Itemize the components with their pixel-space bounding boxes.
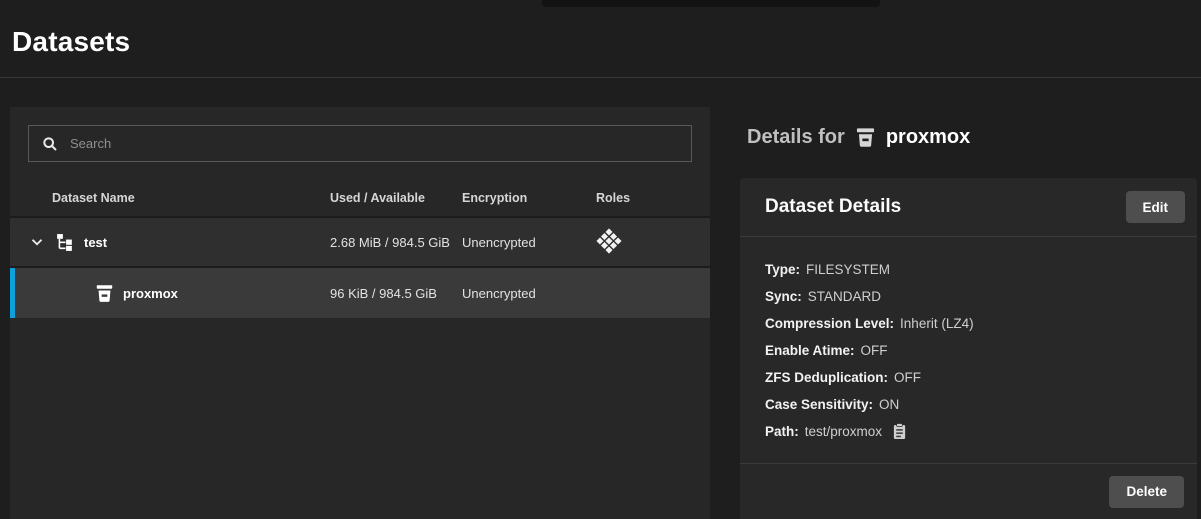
encryption-value: Unencrypted (462, 234, 536, 250)
dataset-name: proxmox (123, 285, 178, 301)
table-row-proxmox[interactable]: proxmox 96 KiB / 984.5 GiB Unencrypted (10, 268, 710, 318)
search-input[interactable] (70, 136, 678, 151)
card-footer: Delete (740, 463, 1197, 519)
details-heading: Details for proxmox (747, 126, 970, 149)
search-box[interactable] (28, 125, 692, 162)
field-zfs-deduplication: ZFS Deduplication: OFF (765, 364, 1172, 391)
field-label: Type: (765, 262, 801, 277)
card-body: Type: FILESYSTEM Sync: STANDARD Compress… (740, 237, 1197, 464)
top-toolbar-edge (542, 0, 880, 7)
field-label: ZFS Deduplication: (765, 370, 888, 385)
column-header-dataset-name[interactable]: Dataset Name (10, 191, 320, 205)
page-title: Datasets (12, 26, 131, 57)
field-case-sensitivity: Case Sensitivity: ON (765, 391, 1172, 418)
column-header-used-available[interactable]: Used / Available (320, 191, 452, 205)
dataset-bucket-icon (96, 284, 113, 302)
details-heading-prefix: Details for (747, 126, 845, 148)
datasets-page: Datasets Dataset Name Used / Available E… (0, 0, 1201, 519)
field-type: Type: FILESYSTEM (765, 256, 1172, 283)
field-value: OFF (894, 370, 921, 385)
encryption-value: Unencrypted (462, 285, 536, 301)
chevron-down-icon[interactable] (28, 233, 46, 251)
field-label: Compression Level: (765, 316, 895, 331)
details-heading-dataset-name: proxmox (885, 126, 971, 148)
field-compression-level: Compression Level: Inherit (LZ4) (765, 310, 1172, 337)
roles-cell (586, 227, 710, 257)
edit-button[interactable]: Edit (1125, 191, 1185, 223)
card-header: Dataset Details Edit (740, 178, 1197, 237)
field-value: STANDARD (807, 289, 882, 304)
table-header-row: Dataset Name Used / Available Encryption… (10, 180, 710, 218)
dataset-tree-icon (57, 233, 72, 251)
table-row-test[interactable]: test 2.68 MiB / 984.5 GiB Unencrypted (10, 218, 710, 268)
field-value: FILESYSTEM (806, 262, 891, 277)
field-value: Inherit (LZ4) (900, 316, 974, 331)
dataset-table-panel: Dataset Name Used / Available Encryption… (10, 107, 710, 519)
field-sync: Sync: STANDARD (765, 283, 1172, 310)
field-path: Path: test/proxmox (765, 418, 1172, 445)
dataset-name: test (84, 234, 108, 250)
field-enable-atime: Enable Atime: OFF (765, 337, 1172, 364)
delete-button[interactable]: Delete (1109, 475, 1184, 508)
used-available-value: 96 KiB / 984.5 GiB (330, 285, 437, 301)
title-divider (0, 77, 1201, 78)
dataset-details-card: Dataset Details Edit Type: FILESYSTEM Sy… (740, 178, 1197, 519)
field-value: ON (879, 397, 900, 412)
field-value: test/proxmox (804, 424, 883, 439)
column-header-encryption[interactable]: Encryption (452, 191, 586, 205)
field-label: Sync: (765, 289, 802, 304)
dataset-name-cell: proxmox (10, 284, 320, 303)
dataset-name-cell: test (10, 233, 320, 251)
field-label: Enable Atime: (765, 343, 855, 358)
clipboard-copy-icon[interactable] (892, 423, 907, 440)
field-label: Case Sensitivity: (765, 397, 874, 412)
dataset-bucket-icon (856, 128, 874, 147)
search-area (10, 107, 710, 180)
used-available-value: 2.68 MiB / 984.5 GiB (330, 234, 450, 250)
search-icon (43, 136, 57, 151)
apps-diamond-icon (596, 227, 622, 254)
card-title: Dataset Details (765, 196, 902, 217)
field-value: OFF (860, 343, 888, 358)
field-label: Path: (765, 424, 799, 439)
column-header-roles[interactable]: Roles (586, 191, 710, 205)
